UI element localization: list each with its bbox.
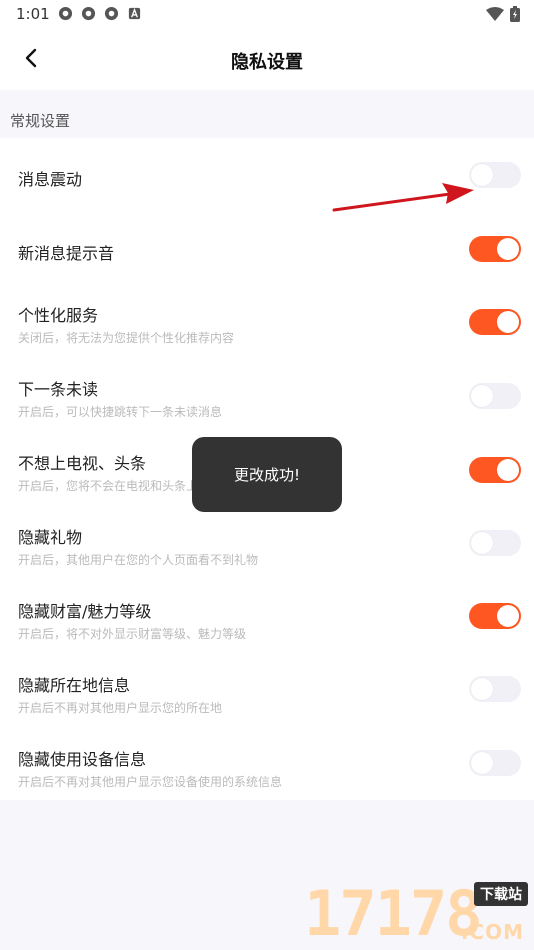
setting-title: 不想上电视、头条 [18, 454, 147, 473]
setting-subtitle: 关闭后，将无法为您提供个性化推荐内容 [18, 331, 235, 345]
app-notification-icon [58, 6, 73, 21]
watermark-tag: 下载站 [474, 882, 528, 906]
hide-location-toggle[interactable] [469, 676, 521, 702]
status-notification-icons [58, 6, 142, 21]
watermark-number: 17178 [304, 877, 483, 950]
a-notification-icon [128, 7, 141, 20]
status-system-icons [486, 6, 520, 22]
setting-title: 个性化服务 [18, 306, 99, 325]
setting-row-personalized-service: 个性化服务 关闭后，将无法为您提供个性化推荐内容 [0, 286, 534, 360]
setting-subtitle: 开启后，可以快捷跳转下一条未读消息 [18, 405, 223, 419]
toggle-knob [471, 752, 493, 774]
setting-title: 下一条未读 [18, 380, 99, 399]
new-message-sound-toggle[interactable] [469, 236, 521, 262]
status-time: 1:01 [16, 5, 50, 23]
app-header: 隐私设置 [0, 28, 534, 90]
toggle-knob [471, 678, 493, 700]
setting-title: 隐藏财富/魅力等级 [18, 602, 152, 621]
toast-message: 更改成功! [192, 437, 342, 512]
setting-title: 隐藏礼物 [18, 528, 83, 547]
setting-title: 隐藏所在地信息 [18, 676, 131, 695]
setting-row-hide-location: 隐藏所在地信息 开启后不再对其他用户显示您的所在地 [0, 656, 534, 730]
setting-subtitle: 开启后不再对其他用户显示您设备使用的系统信息 [18, 775, 283, 789]
battery-icon [510, 6, 520, 22]
toggle-knob [497, 311, 519, 333]
setting-title: 隐藏使用设备信息 [18, 750, 147, 769]
status-bar: 1:01 [0, 0, 534, 28]
hide-wealth-level-toggle[interactable] [469, 603, 521, 629]
setting-row-next-unread: 下一条未读 开启后，可以快捷跳转下一条未读消息 [0, 360, 534, 434]
page-title: 隐私设置 [231, 52, 303, 73]
setting-subtitle: 开启后，您将不会在电视和头条上 [18, 479, 199, 493]
setting-row-hide-wealth-level: 隐藏财富/魅力等级 开启后，将不对外显示财富等级、魅力等级 [0, 582, 534, 656]
toggle-knob [497, 459, 519, 481]
annotation-arrow-icon [332, 183, 474, 212]
app-notification-icon [104, 6, 119, 21]
toggle-knob [497, 605, 519, 627]
personalized-service-toggle[interactable] [469, 309, 521, 335]
toggle-knob [497, 238, 519, 260]
watermark-suffix: .COM [460, 920, 524, 944]
site-watermark-logo: 17178 下载站 .COM [304, 877, 534, 950]
hide-gifts-toggle[interactable] [469, 530, 521, 556]
wifi-icon [486, 6, 504, 21]
toggle-knob [471, 532, 493, 554]
toggle-knob [471, 385, 493, 407]
setting-subtitle: 开启后，其他用户在您的个人页面看不到礼物 [18, 553, 259, 567]
setting-row-hide-device-info: 隐藏使用设备信息 开启后不再对其他用户显示您设备使用的系统信息 [0, 730, 534, 800]
hide-device-info-toggle[interactable] [469, 750, 521, 776]
setting-subtitle: 开启后不再对其他用户显示您的所在地 [18, 701, 223, 715]
setting-row-hide-gifts: 隐藏礼物 开启后，其他用户在您的个人页面看不到礼物 [0, 508, 534, 582]
app-notification-icon [81, 6, 96, 21]
setting-subtitle: 开启后，将不对外显示财富等级、魅力等级 [18, 627, 247, 641]
setting-row-new-message-sound: 新消息提示音 [0, 212, 534, 286]
next-unread-toggle[interactable] [469, 383, 521, 409]
setting-title: 新消息提示音 [18, 244, 115, 263]
no-tv-headline-toggle[interactable] [469, 457, 521, 483]
setting-title: 消息震动 [18, 170, 83, 189]
section-label-general: 常规设置 [10, 112, 71, 130]
